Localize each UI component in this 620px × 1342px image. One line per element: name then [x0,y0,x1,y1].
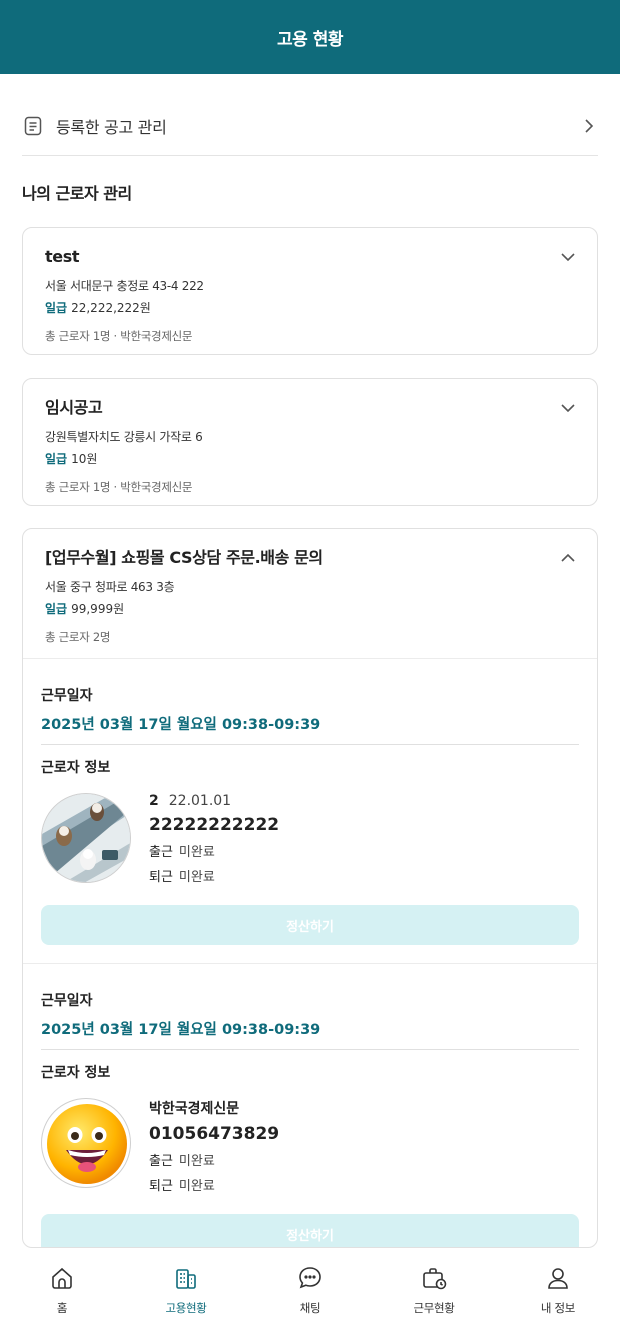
wage-value: 22,222,222원 [71,301,151,315]
avatar [41,793,131,883]
worker-info-label: 근로자 정보 [41,760,111,776]
work-date: 2025년 03월 17일 월요일 09:38-09:39 [41,713,579,745]
wage-value: 10원 [71,452,98,466]
employment-icon [176,1269,196,1289]
chevron-right-icon [585,118,594,133]
work-record: 근무일자 2025년 03월 17일 월요일 09:38-09:39 근로자 정… [23,658,597,963]
work-date: 2025년 03월 17일 월요일 09:38-09:39 [41,1018,579,1050]
tab-label: 내 정보 [540,1301,576,1315]
worker-name: 박한국경제신문 [149,1101,240,1117]
avatar [41,1098,131,1188]
document-icon [24,116,42,135]
job-address: 서울 중구 청파로 463 3층 [45,580,175,594]
job-address: 서울 서대문구 충정로 43-4 222 [45,279,204,293]
managed-postings-link[interactable]: 등록한 공고 관리 [22,100,598,156]
bottom-tab-bar: 홈 고용현황 채팅 근무현황 내 정보 [0,1250,620,1342]
chevron-up-icon[interactable] [559,549,577,567]
work-status-icon [423,1268,447,1290]
job-address: 강원특별자치도 강릉시 가작로 6 [45,430,203,444]
profile-icon [548,1268,568,1289]
checkin-value: 미완료 [178,1154,215,1169]
tab-label: 채팅 [299,1301,321,1315]
checkin-value: 미완료 [178,845,215,860]
work-record: 근무일자 2025년 03월 17일 월요일 09:38-09:39 근로자 정… [23,963,597,1247]
checkout-value: 미완료 [178,870,215,885]
work-date-label: 근무일자 [41,688,93,704]
job-wage: 일급 10원 [45,450,575,467]
tab-label: 고용현황 [165,1301,207,1315]
worker-info: 2 22.01.01 22222222222 출근 미완료 퇴근 미완료 [41,793,579,885]
tab-chat[interactable]: 채팅 [248,1250,372,1342]
section-title: 나의 근로자 관리 [22,184,132,203]
job-wage: 일급 99,999원 [45,600,575,617]
worker-info-label: 근로자 정보 [41,1065,111,1081]
checkout-value: 미완료 [178,1179,215,1194]
job-card[interactable]: test 서울 서대문구 충정로 43-4 222 일급 22,222,222원 … [22,227,598,355]
checkin-label: 출근 [149,1154,173,1169]
checkout-label: 퇴근 [149,870,173,885]
checkout-status: 퇴근 미완료 [149,1175,279,1194]
job-wage: 일급 22,222,222원 [45,299,575,316]
settle-button[interactable]: 정산하기 [41,905,579,945]
tab-profile[interactable]: 내 정보 [496,1250,620,1342]
wage-label: 일급 [45,602,68,616]
checkin-status: 출근 미완료 [149,1150,279,1169]
settle-button[interactable]: 정산하기 [41,1214,579,1247]
worker-name-line: 2 22.01.01 [149,793,279,809]
wage-label: 일급 [45,301,68,315]
wage-value: 99,999원 [71,602,125,616]
checkout-status: 퇴근 미완료 [149,866,279,885]
chat-icon [299,1267,321,1289]
tab-home[interactable]: 홈 [0,1250,124,1342]
checkin-label: 출근 [149,845,173,860]
tab-work-status[interactable]: 근무현황 [372,1250,496,1342]
checkin-status: 출근 미완료 [149,841,279,860]
top-app-bar: 고용 현황 [0,0,620,74]
job-summary: 총 근로자 1명 · 박한국경제신문 [45,329,193,343]
chevron-down-icon[interactable] [559,399,577,417]
tab-label: 홈 [56,1301,68,1315]
grinning-emoji-avatar-image [47,1104,127,1184]
illustration-avatar-image [42,794,130,882]
chevron-down-icon[interactable] [559,248,577,266]
worker-name: 2 [149,793,159,809]
checkout-label: 퇴근 [149,1179,173,1194]
job-summary: 총 근로자 1명 · 박한국경제신문 [45,480,193,494]
page-title: 고용 현황 [277,29,343,50]
job-title: test [45,247,80,266]
worker-phone: 22222222222 [149,815,280,835]
tab-employment[interactable]: 고용현황 [124,1250,248,1342]
worker-name-line: 박한국경제신문 [149,1098,279,1118]
wage-label: 일급 [45,452,68,466]
worker-dob: 22.01.01 [168,793,232,809]
worker-info: 박한국경제신문 01056473829 출근 미완료 퇴근 미완료 [41,1098,579,1194]
work-date-label: 근무일자 [41,993,93,1009]
home-icon [52,1267,72,1289]
job-title: 임시공고 [45,398,103,417]
managed-postings-label: 등록한 공고 관리 [56,117,167,137]
job-card[interactable]: 임시공고 강원특별자치도 강릉시 가작로 6 일급 10원 총 근로자 1명 · … [22,378,598,506]
tab-label: 근무현황 [413,1301,455,1315]
job-title: [업무수월] 쇼핑몰 CS상담 주문.배송 문의 [45,548,323,567]
worker-phone: 01056473829 [149,1124,280,1144]
job-summary: 총 근로자 2명 [45,630,111,644]
job-card-expanded[interactable]: [업무수월] 쇼핑몰 CS상담 주문.배송 문의 서울 중구 청파로 463 3… [22,528,598,1248]
